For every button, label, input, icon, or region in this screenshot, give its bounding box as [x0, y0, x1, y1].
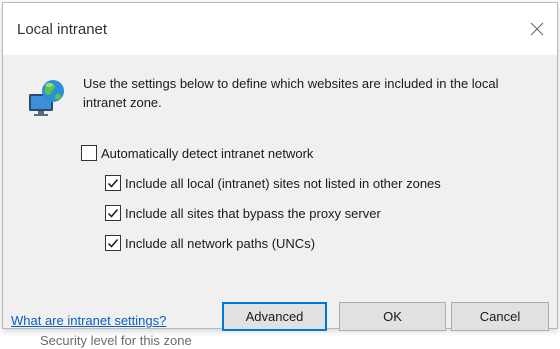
- cancel-button[interactable]: Cancel: [451, 302, 549, 331]
- include-bypass-proxy-checkbox-row[interactable]: Include all sites that bypass the proxy …: [105, 205, 381, 221]
- ok-button[interactable]: OK: [339, 302, 446, 331]
- intro-text: Use the settings below to define which w…: [83, 76, 499, 110]
- dialog-titlebar: Local intranet: [3, 3, 557, 55]
- include-bypass-proxy-label: Include all sites that bypass the proxy …: [125, 205, 381, 221]
- screen: Security level for this zone Local intra…: [0, 0, 560, 349]
- include-local-sites-checkbox[interactable]: [105, 175, 121, 191]
- advanced-button[interactable]: Advanced: [222, 302, 327, 331]
- local-intranet-dialog: Local intranet Use the settings below to…: [2, 2, 558, 331]
- checkmark-icon: [107, 239, 119, 248]
- auto-detect-checkbox[interactable]: [81, 145, 97, 161]
- checkmark-icon: [107, 179, 119, 188]
- include-unc-paths-checkbox-row[interactable]: Include all network paths (UNCs): [105, 235, 315, 251]
- include-bypass-proxy-checkbox[interactable]: [105, 205, 121, 221]
- intranet-settings-help-link[interactable]: What are intranet settings?: [11, 313, 166, 328]
- intranet-globe-icon: [29, 80, 64, 116]
- auto-detect-checkbox-row[interactable]: Automatically detect intranet network: [81, 145, 313, 161]
- auto-detect-label: Automatically detect intranet network: [101, 145, 314, 161]
- include-unc-paths-label: Include all network paths (UNCs): [125, 235, 316, 251]
- dialog-title: Local intranet: [17, 21, 108, 38]
- include-unc-paths-checkbox[interactable]: [105, 235, 121, 251]
- background-security-level-label: Security level for this zone: [40, 333, 192, 348]
- include-local-sites-checkbox-row[interactable]: Include all local (intranet) sites not l…: [105, 175, 441, 191]
- close-button[interactable]: [523, 15, 551, 43]
- close-icon: [530, 22, 544, 36]
- checkmark-icon: [107, 209, 119, 218]
- include-local-sites-label: Include all local (intranet) sites not l…: [125, 175, 441, 191]
